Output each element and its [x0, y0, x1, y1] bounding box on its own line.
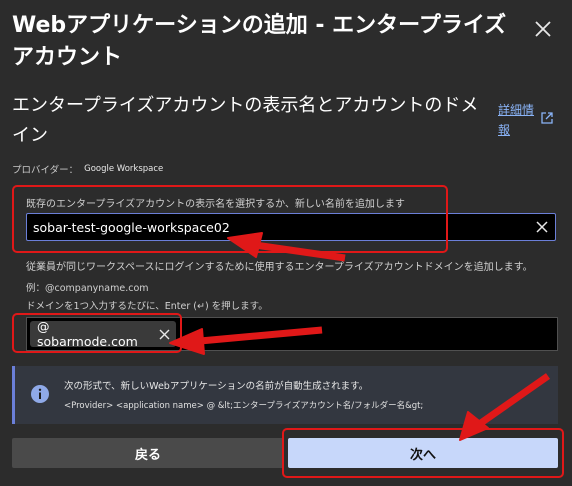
close-button[interactable]: [528, 14, 558, 44]
info-box: [12, 366, 558, 424]
annotation-box-name: [12, 185, 448, 253]
domain-instruction: ドメインを1つ入力するたびに、Enter (↵) を押します。: [26, 301, 268, 312]
close-icon: [535, 21, 551, 37]
clear-icon[interactable]: [529, 214, 555, 240]
help-link[interactable]: 詳細情報: [498, 100, 534, 140]
annotation-box-next: [282, 428, 564, 478]
domain-hint: 従業員が同じワークスペースにログインするために使用するエンタープライズアカウント…: [26, 262, 533, 273]
domain-example: 例：@companyname.com: [26, 283, 149, 294]
info-format: <Provider> <application name> @ &lt;エンター…: [64, 401, 424, 411]
provider-row: プロバイダー： Google Workspace: [12, 162, 163, 176]
section-title: エンタープライズアカウントの表示名とアカウントのドメイン: [12, 95, 479, 146]
provider-label: プロバイダー：: [12, 165, 79, 176]
dialog-title: Webアプリケーションの追加 - エンタープライズアカウント: [12, 13, 507, 70]
external-link-icon[interactable]: [540, 110, 556, 126]
info-text: 次の形式で、新しいWebアプリケーションの名前が自動生成されます。: [64, 381, 369, 392]
info-icon: [30, 384, 50, 404]
provider-value: Google Workspace: [84, 164, 164, 174]
annotation-box-domain: [12, 313, 182, 353]
back-button[interactable]: 戻る: [12, 438, 284, 468]
